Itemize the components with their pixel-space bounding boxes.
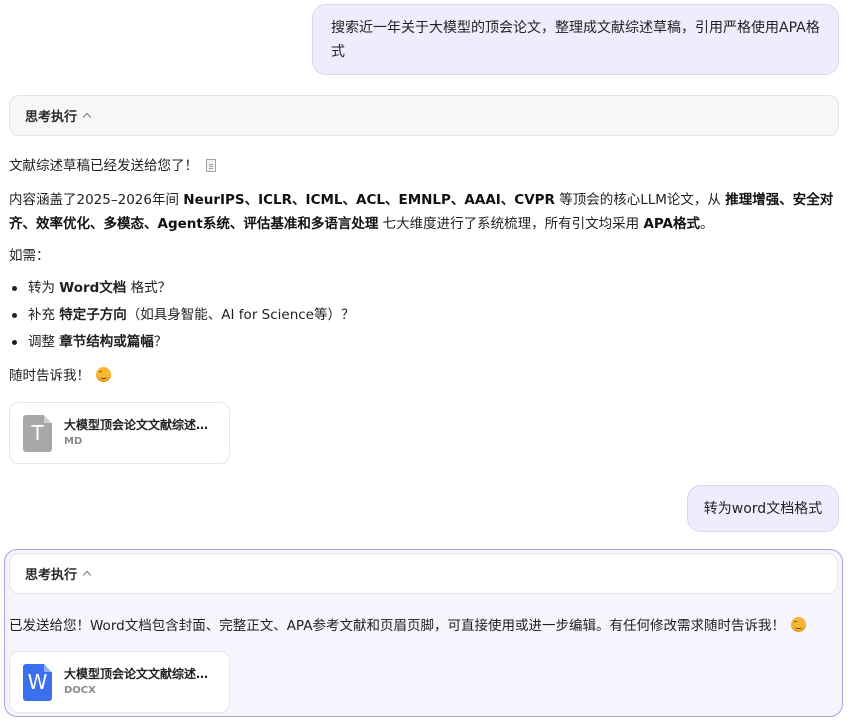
list-item: 补充 特定子方向（如具身智能、AI for Science等）？ — [9, 305, 355, 332]
file-type: DOCX — [64, 685, 96, 696]
reply-2-text: 已发送给您！Word文档包含封面、完整正文、APA参考文献和页眉页脚，可直接使用… — [9, 616, 806, 636]
user-message-1: 搜索近一年关于大模型的顶会论文，整理成文献综述草稿，引用严格使用APA格式 — [312, 4, 839, 75]
user-message-2: 转为word文档格式 — [687, 485, 839, 532]
thinking-toggle[interactable]: 思考执行 — [9, 95, 839, 136]
file-name: 大模型顶会论文文献综述草稿.md — [64, 418, 214, 432]
latest-response-panel: 思考执行 已发送给您！Word文档包含封面、完整正文、APA参考文献和页眉页脚，… — [4, 549, 843, 717]
chevron-up-icon — [82, 112, 92, 122]
text-file-icon: T — [23, 414, 52, 452]
word-file-icon: W — [23, 663, 52, 701]
smile-emoji-icon — [790, 617, 806, 632]
file-attachment-md[interactable]: T 大模型顶会论文文献综述草稿.md MD — [9, 402, 230, 464]
reply-summary-line-1: 内容涵盖了2025–2026年间 NeurIPS、ICLR、ICML、ACL、E… — [9, 192, 834, 208]
reply-line-sent: 文献综述草稿已经发送给您了！ — [9, 156, 216, 176]
file-attachment-docx[interactable]: W 大模型顶会论文文献综述草稿.docx DOCX — [9, 651, 230, 713]
list-item: 转为 Word文档 格式？ — [9, 278, 355, 305]
file-name: 大模型顶会论文文献综述草稿.docx — [64, 667, 214, 681]
options-list: 转为 Word文档 格式？ 补充 特定子方向（如具身智能、AI for Scie… — [9, 278, 355, 359]
thinking-label: 思考执行 — [25, 568, 78, 583]
reply-need-label: 如需： — [9, 248, 50, 264]
reply-closing: 随时告诉我！ — [9, 366, 111, 386]
chevron-up-icon — [82, 570, 92, 580]
user-message-text: 搜索近一年关于大模型的顶会论文，整理成文献综述草稿，引用严格使用APA格式 — [331, 20, 820, 60]
smile-emoji-icon — [96, 367, 111, 382]
thinking-toggle[interactable]: 思考执行 — [9, 553, 838, 594]
thinking-label: 思考执行 — [25, 110, 78, 125]
reply-summary-line-2: 齐、效率优化、多模态、Agent系统、评估基准和多语言处理 七大维度进行了系统梳… — [9, 216, 714, 232]
document-icon — [206, 159, 216, 172]
user-message-text: 转为word文档格式 — [703, 501, 823, 517]
file-type: MD — [64, 436, 83, 447]
chat-transcript: 搜索近一年关于大模型的顶会论文，整理成文献综述草稿，引用严格使用APA格式 思考… — [0, 0, 854, 724]
list-item: 调整 章节结构或篇幅？ — [9, 332, 355, 359]
